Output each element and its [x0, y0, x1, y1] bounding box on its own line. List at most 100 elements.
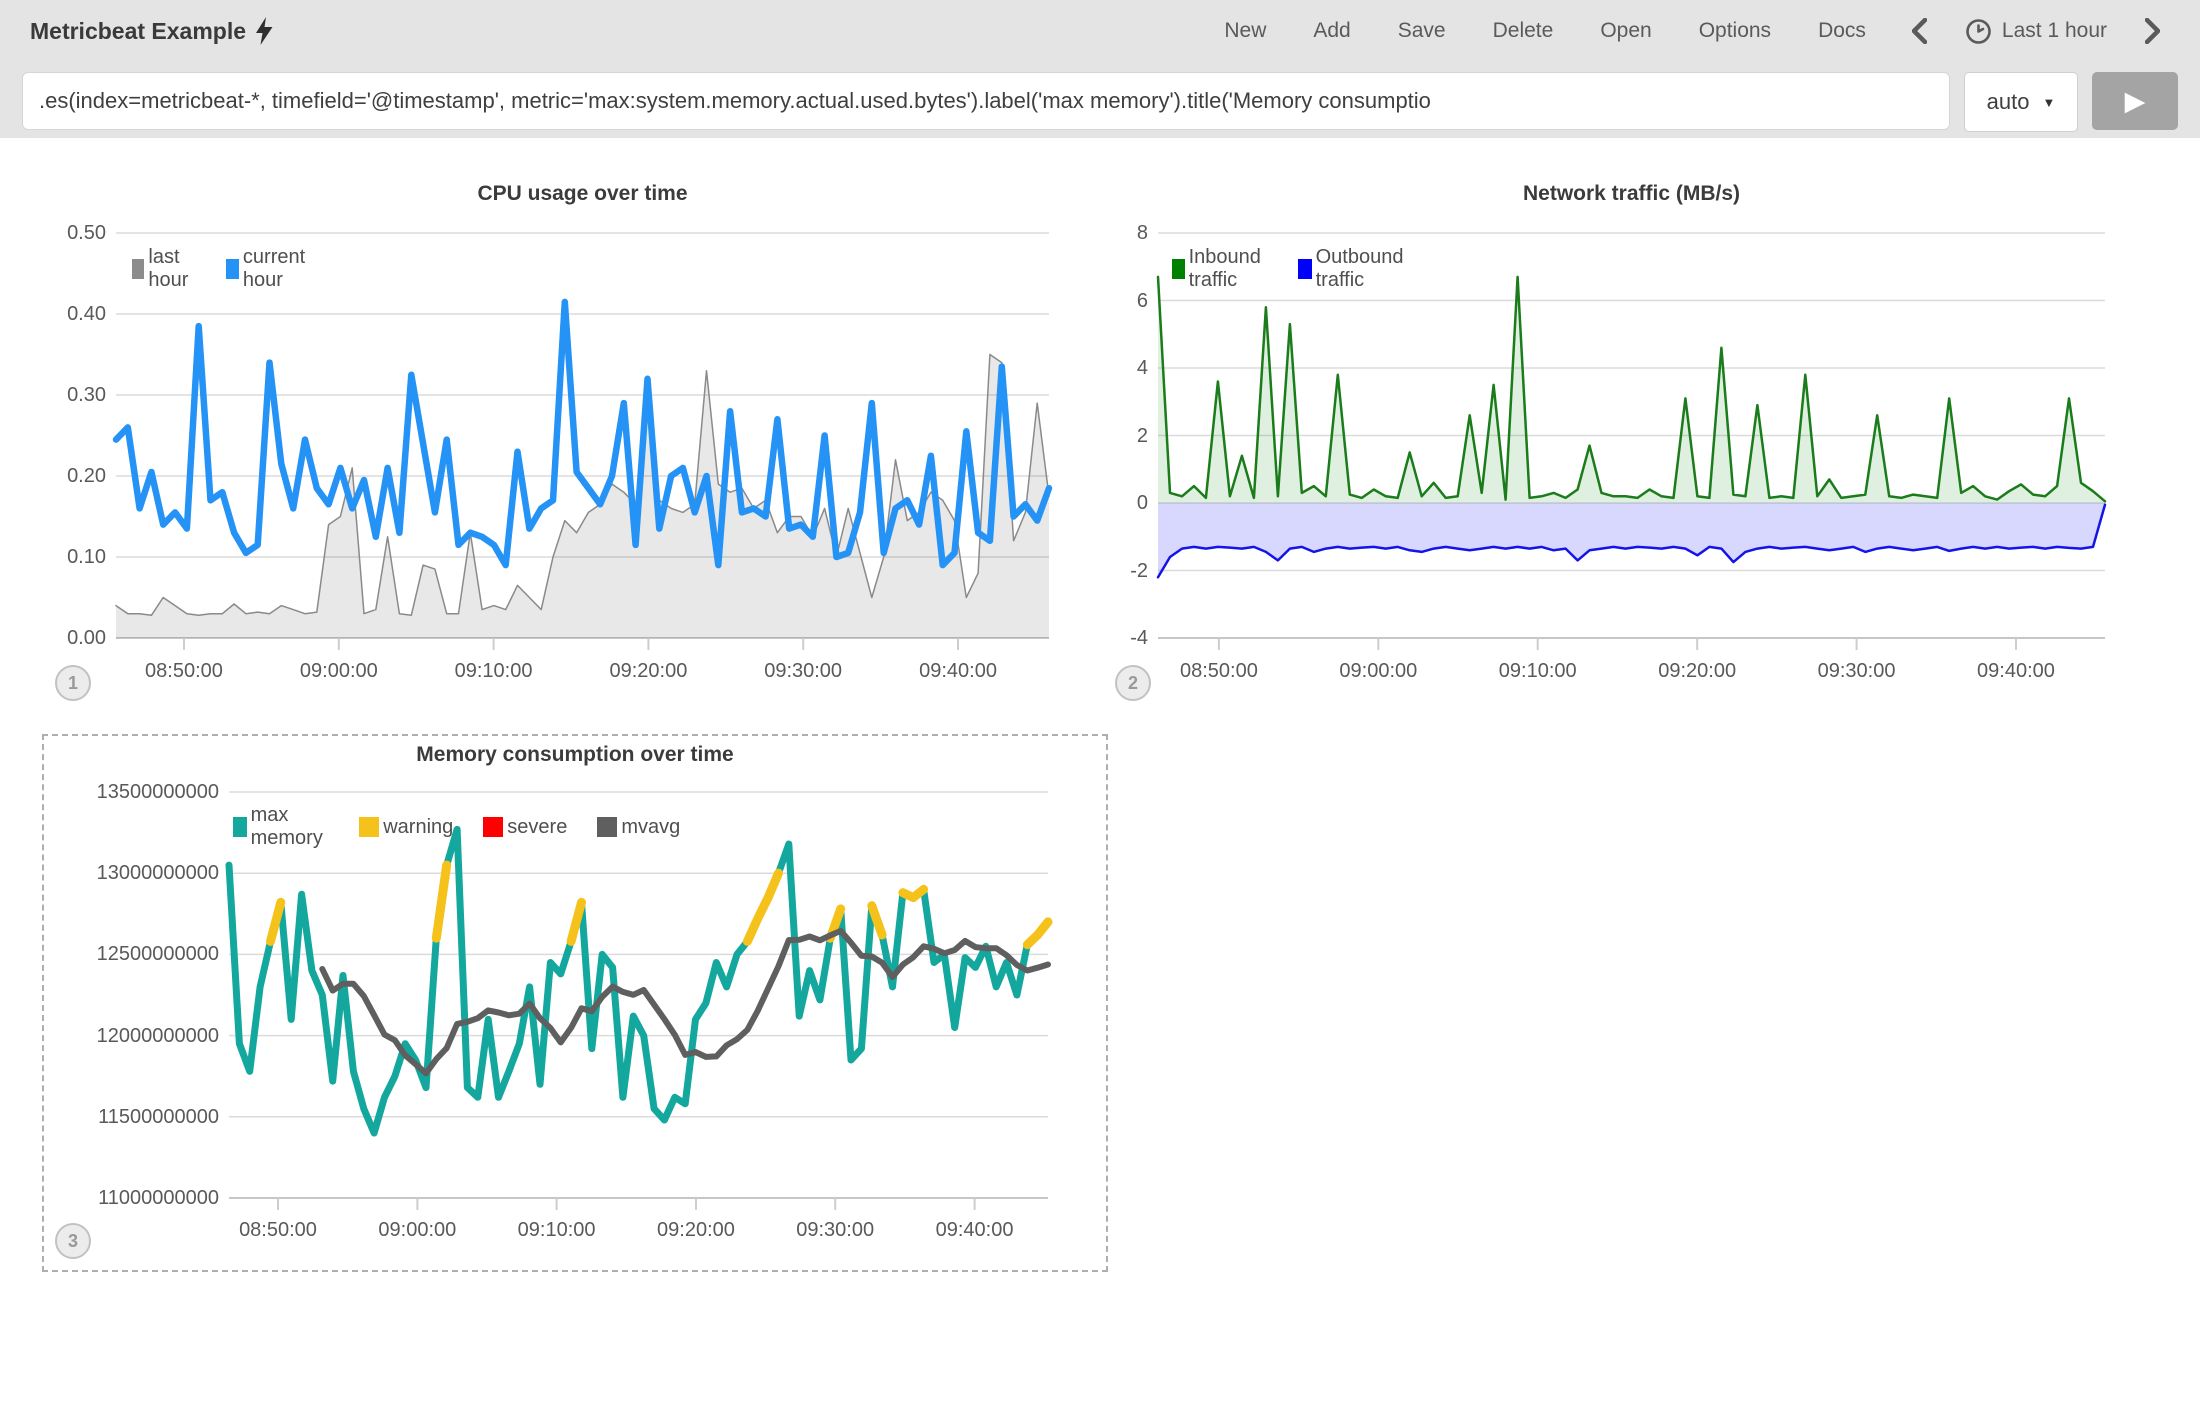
legend-swatch-icon — [132, 259, 144, 279]
x-tick-label: 09:40:00 — [1941, 660, 2091, 683]
y-tick-label: 11000000000 — [34, 1186, 219, 1210]
y-tick-label: 13000000000 — [34, 861, 219, 885]
y-tick-label: 13500000000 — [34, 780, 219, 804]
main-menu: New Add Save Delete Open Options Docs — [1224, 19, 1866, 43]
dashboard-stage: CPU usage over time last hour current hou… — [0, 138, 2200, 1406]
x-tick-label: 09:10:00 — [419, 660, 569, 683]
y-tick-label: 2 — [1078, 424, 1148, 448]
y-tick-label: -4 — [1078, 626, 1148, 650]
menu-item-add[interactable]: Add — [1313, 19, 1350, 43]
panel-number-badge: 3 — [55, 1223, 91, 1259]
x-tick-label: 09:10:00 — [482, 1219, 632, 1242]
x-tick-label: 09:20:00 — [621, 1219, 771, 1242]
y-tick-label: 0.00 — [26, 626, 106, 650]
y-tick-label: 0.20 — [26, 464, 106, 488]
x-tick-label: 08:50:00 — [109, 660, 259, 683]
x-tick-label: 09:10:00 — [1463, 660, 1613, 683]
legend-item: Inbound traffic — [1172, 246, 1268, 292]
chevron-down-icon: ▼ — [2042, 95, 2055, 110]
timelion-bolt-icon — [256, 17, 273, 45]
network-traffic-plot[interactable] — [1158, 233, 2105, 654]
run-expression-button[interactable]: ▶ — [2092, 72, 2178, 130]
menu-item-new[interactable]: New — [1224, 19, 1266, 43]
play-icon: ▶ — [2125, 86, 2146, 117]
interval-select[interactable]: auto ▼ — [1964, 72, 2078, 132]
menu-item-options[interactable]: Options — [1699, 19, 1771, 43]
legend-label: last hour — [148, 246, 196, 292]
y-tick-label: 0.10 — [26, 545, 106, 569]
x-tick-label: 09:30:00 — [728, 660, 878, 683]
menu-item-open[interactable]: Open — [1600, 19, 1651, 43]
y-tick-label: 12000000000 — [34, 1024, 219, 1048]
x-tick-label: 09:00:00 — [342, 1219, 492, 1242]
app-title-text: Metricbeat Example — [30, 18, 246, 45]
memory-consumption-plot[interactable] — [229, 792, 1048, 1214]
legend-swatch-icon — [359, 817, 379, 837]
time-picker[interactable]: Last 1 hour — [1965, 18, 2107, 45]
legend-item: warning — [359, 816, 453, 839]
legend-item: last hour — [132, 246, 196, 292]
y-tick-label: 0.30 — [26, 383, 106, 407]
time-forward-button[interactable] — [2145, 18, 2160, 44]
x-tick-label: 09:20:00 — [573, 660, 723, 683]
y-tick-label: 6 — [1078, 289, 1148, 313]
query-row: auto ▼ ▶ — [0, 62, 2200, 132]
chevron-left-icon — [1912, 18, 1927, 44]
time-navigation: Last 1 hour — [1912, 18, 2172, 45]
y-tick-label: 8 — [1078, 221, 1148, 245]
interval-value: auto — [1987, 89, 2030, 115]
timelion-expression-input[interactable] — [22, 72, 1950, 130]
panel-number-badge: 1 — [55, 665, 91, 701]
legend-swatch-icon — [226, 259, 239, 279]
y-tick-label: 0.50 — [26, 221, 106, 245]
y-tick-label: 11500000000 — [34, 1105, 219, 1129]
x-tick-label: 09:40:00 — [900, 1219, 1050, 1242]
x-tick-label: 09:30:00 — [1782, 660, 1932, 683]
legend-swatch-icon — [1298, 259, 1311, 279]
menu-item-save[interactable]: Save — [1398, 19, 1446, 43]
app-title: Metricbeat Example — [30, 17, 273, 45]
legend-label: current hour — [243, 246, 312, 292]
clock-icon — [1965, 18, 1992, 45]
x-tick-label: 09:00:00 — [1303, 660, 1453, 683]
x-tick-label: 09:20:00 — [1622, 660, 1772, 683]
chart-title: CPU usage over time — [116, 182, 1049, 206]
y-tick-label: 0.40 — [26, 302, 106, 326]
x-tick-label: 08:50:00 — [203, 1219, 353, 1242]
cpu-legend: last hour current hour — [132, 246, 312, 292]
x-tick-label: 09:00:00 — [264, 660, 414, 683]
network-legend: Inbound traffic Outbound traffic — [1172, 246, 1410, 292]
legend-label: severe — [507, 816, 567, 839]
panel-number-badge: 2 — [1115, 665, 1151, 701]
legend-swatch-icon — [233, 817, 247, 837]
legend-label: max memory — [251, 804, 330, 850]
legend-label: warning — [383, 816, 453, 839]
nav-row: Metricbeat Example New Add Save Delete O… — [0, 0, 2200, 62]
legend-swatch-icon — [483, 817, 503, 837]
memory-legend: max memory warning severe mvavg — [233, 804, 680, 850]
legend-label: mvavg — [621, 816, 680, 839]
legend-swatch-icon — [597, 817, 617, 837]
y-tick-label: 4 — [1078, 356, 1148, 380]
time-back-button[interactable] — [1912, 18, 1927, 44]
legend-item: Outbound traffic — [1298, 246, 1410, 292]
menu-item-docs[interactable]: Docs — [1818, 19, 1866, 43]
x-tick-label: 09:40:00 — [883, 660, 1033, 683]
menu-item-delete[interactable]: Delete — [1493, 19, 1554, 43]
chart-title: Network traffic (MB/s) — [1158, 182, 2105, 206]
cpu-usage-plot[interactable] — [116, 233, 1049, 654]
legend-item: max memory — [233, 804, 329, 850]
top-bar: Metricbeat Example New Add Save Delete O… — [0, 0, 2200, 138]
y-tick-label: 0 — [1078, 491, 1148, 515]
x-tick-label: 08:50:00 — [1144, 660, 1294, 683]
legend-item: mvavg — [597, 816, 680, 839]
legend-swatch-icon — [1172, 259, 1185, 279]
time-range-label: Last 1 hour — [2002, 19, 2107, 43]
y-tick-label: -2 — [1078, 559, 1148, 583]
legend-label: Outbound traffic — [1316, 246, 1411, 292]
legend-item: current hour — [226, 246, 312, 292]
chart-title: Memory consumption over time — [42, 743, 1108, 767]
x-tick-label: 09:30:00 — [760, 1219, 910, 1242]
chevron-right-icon — [2145, 18, 2160, 44]
legend-item: severe — [483, 816, 567, 839]
